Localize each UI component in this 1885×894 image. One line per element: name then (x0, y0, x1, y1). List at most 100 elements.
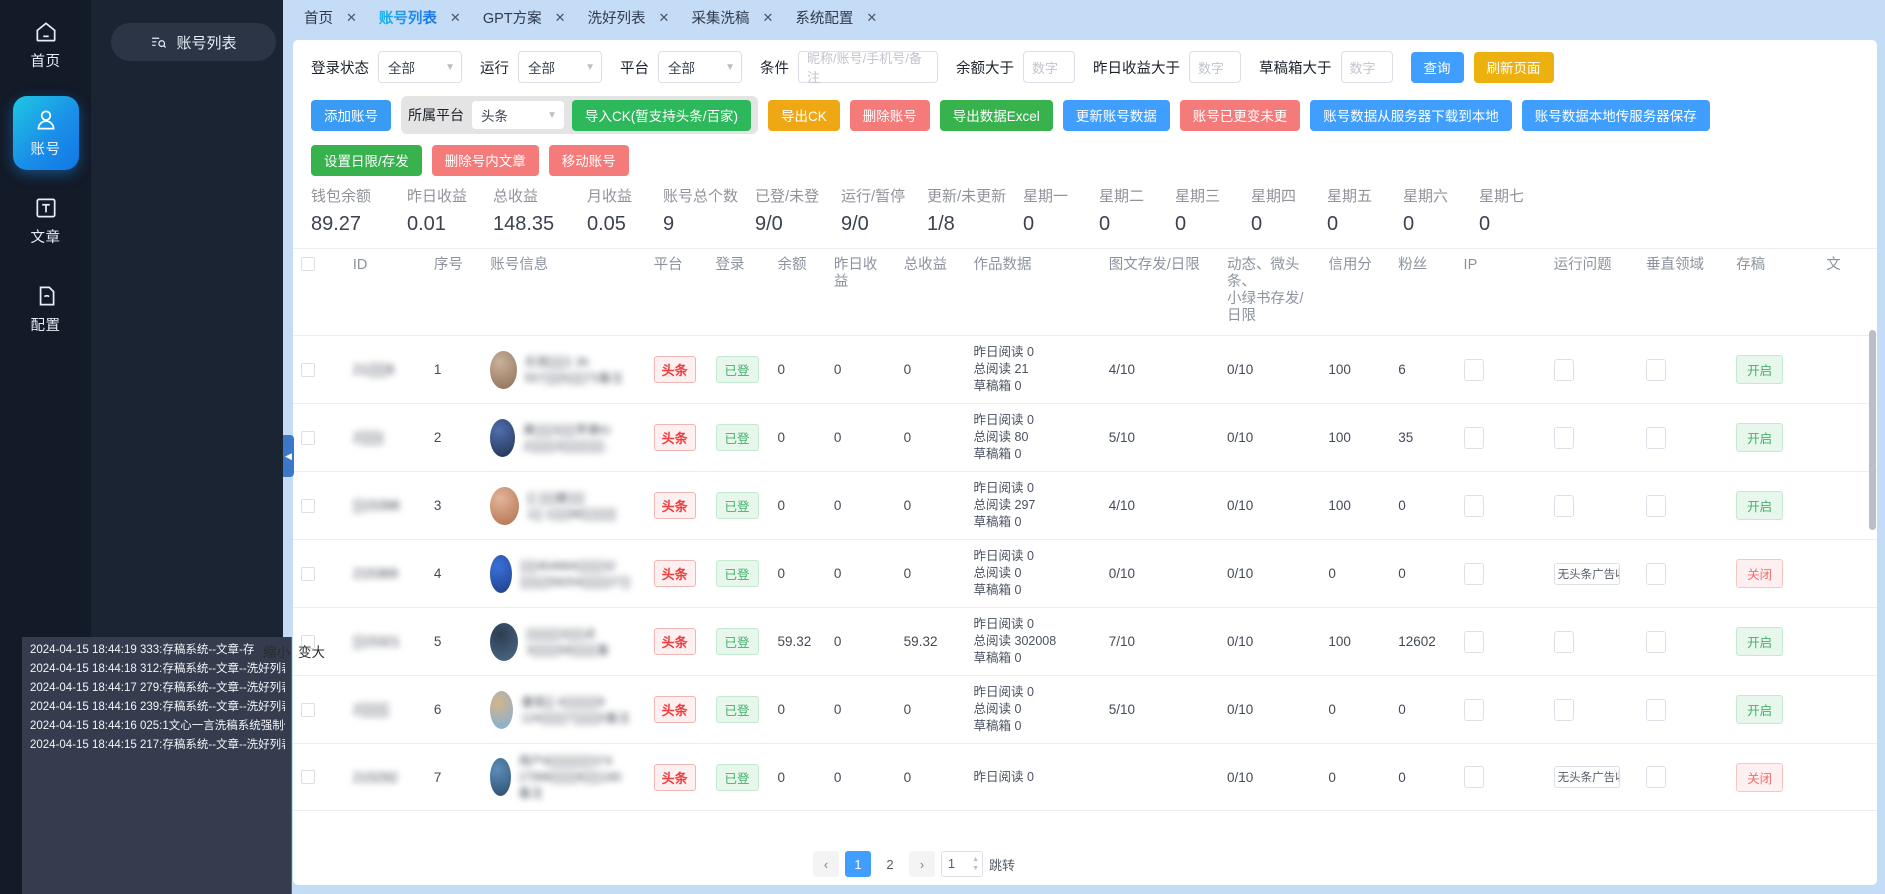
cell-ip[interactable] (1456, 540, 1546, 608)
cell-draft[interactable]: 开启 (1728, 676, 1818, 744)
jump-page-input[interactable]: 1 ▲▼ (941, 851, 983, 877)
cell-ip[interactable] (1456, 676, 1546, 744)
sidebar-item-config[interactable]: 配置 (13, 272, 79, 346)
row-checkbox[interactable] (301, 431, 315, 445)
ip-field[interactable] (1464, 563, 1484, 585)
cell-vertical[interactable] (1638, 336, 1728, 404)
ip-field[interactable] (1464, 495, 1484, 517)
close-icon[interactable]: ✕ (346, 11, 366, 24)
tab-account-list[interactable]: 账号列表 ✕ (366, 0, 470, 34)
refresh-page-button[interactable]: 刷新页面 (1474, 52, 1554, 83)
download-from-server-button[interactable]: 账号数据从服务器下载到本地 (1310, 100, 1512, 131)
import-ck-button[interactable]: 导入CK(暂支持头条/百家) (572, 100, 751, 131)
tab-label[interactable]: 采集洗稿 (678, 7, 762, 28)
cell-draft[interactable]: 开启 (1728, 336, 1818, 404)
cell-draft[interactable]: 开启 (1728, 608, 1818, 676)
sidebar-item-article[interactable]: 文章 (13, 184, 79, 258)
vertical-field[interactable] (1646, 495, 1666, 517)
table-row[interactable]: 2152927用户9▒▒▒▒▒37427998▒▒▒6▒▒180备注头条已登00… (293, 744, 1877, 811)
update-account-data-button[interactable]: 更新账号数据 (1063, 100, 1170, 131)
prev-page-button[interactable]: ‹ (813, 851, 839, 877)
cell-vertical[interactable] (1638, 540, 1728, 608)
vertical-scrollbar[interactable] (1869, 330, 1876, 530)
export-ck-button[interactable]: 导出CK (768, 100, 840, 131)
row-checkbox-cell[interactable] (293, 404, 345, 472)
row-checkbox-cell[interactable] (293, 540, 345, 608)
tab-home[interactable]: 首页 ✕ (291, 0, 366, 34)
cell-draft[interactable]: 关闭 (1728, 540, 1818, 608)
row-checkbox[interactable] (301, 363, 315, 377)
run-issue-field[interactable] (1554, 631, 1574, 653)
table-row[interactable]: 2153694▒▒454664▒▒▒32▒▒(▒59254▒▒▒27▒头条已登0… (293, 540, 1877, 608)
delete-articles-button[interactable]: 删除号内文章 (432, 145, 539, 176)
ip-field[interactable] (1464, 699, 1484, 721)
run-issue-field[interactable]: 无头条广告收 (1554, 563, 1620, 585)
cell-run-issue[interactable] (1546, 676, 1638, 744)
page-number-1[interactable]: 1 (845, 851, 871, 877)
stepper-icon[interactable]: ▲▼ (972, 855, 979, 873)
run-issue-field[interactable] (1554, 359, 1574, 381)
cell-run-issue[interactable] (1546, 608, 1638, 676)
tab-gpt-plan[interactable]: GPT方案 ✕ (470, 0, 575, 34)
draft-status-tag[interactable]: 开启 (1736, 355, 1783, 384)
row-checkbox[interactable] (301, 567, 315, 581)
tab-washed-list[interactable]: 洗好列表 ✕ (575, 0, 679, 34)
changed-not-updated-button[interactable]: 账号已更变未更 (1180, 100, 1301, 131)
platform-select[interactable]: 全部 ▼ (658, 51, 742, 83)
move-account-button[interactable]: 移动账号 (549, 145, 629, 176)
run-issue-field[interactable] (1554, 427, 1574, 449)
vertical-field[interactable] (1646, 766, 1666, 788)
cell-run-issue[interactable] (1546, 336, 1638, 404)
row-checkbox-cell[interactable] (293, 336, 345, 404)
table-row[interactable]: 21▒▒61乐观▒▒1 3h557▒▒5▒▒73备注头条已登000昨日阅读 0总… (293, 336, 1877, 404)
cell-draft[interactable]: 开启 (1728, 472, 1818, 540)
export-excel-button[interactable]: 导出数据Excel (940, 100, 1053, 131)
cell-run-issue[interactable]: 无头条广告收 (1546, 744, 1638, 811)
add-account-button[interactable]: 添加账号 (311, 100, 391, 131)
ip-field[interactable] (1464, 427, 1484, 449)
row-checkbox-cell[interactable] (293, 676, 345, 744)
close-icon[interactable]: ✕ (762, 11, 782, 24)
draft-status-tag[interactable]: 开启 (1736, 423, 1783, 452)
run-select[interactable]: 全部 ▼ (518, 51, 602, 83)
row-checkbox[interactable] (301, 703, 315, 717)
tab-label[interactable]: 洗好列表 (575, 7, 659, 28)
cell-vertical[interactable] (1638, 608, 1728, 676)
page-number-2[interactable]: 2 (877, 851, 903, 877)
ip-field[interactable] (1464, 766, 1484, 788)
tab-system-config[interactable]: 系统配置 ✕ (782, 0, 886, 34)
table-row[interactable]: ▒153215▒▒▒▒3▒▒点3▒▒▒59▒▒▒备头条已登59.32059.32… (293, 608, 1877, 676)
cell-draft[interactable]: 开启 (1728, 404, 1818, 472)
log-zoom-in-button[interactable]: 变大 (298, 641, 325, 661)
sidebar-item-home[interactable]: 首页 (13, 8, 79, 82)
cell-run-issue[interactable]: 无头条广告收 (1546, 540, 1638, 608)
log-zoom-out-button[interactable]: 缩小 (263, 641, 290, 661)
tab-collect-rewrite[interactable]: 采集洗稿 ✕ (678, 0, 782, 34)
cell-vertical[interactable] (1638, 676, 1728, 744)
log-console[interactable]: 2024-04-15 18:44:19 333:存稿系统--文章-存 2024-… (22, 637, 292, 894)
cell-run-issue[interactable] (1546, 472, 1638, 540)
close-icon[interactable]: ✕ (450, 11, 470, 24)
draft-status-tag[interactable]: 关闭 (1736, 763, 1783, 792)
tab-label[interactable]: 首页 (291, 7, 346, 28)
search-button[interactable]: 查询 (1411, 52, 1464, 83)
ip-field[interactable] (1464, 359, 1484, 381)
yesterday-income-input[interactable]: 数字 (1189, 51, 1241, 83)
ip-field[interactable] (1464, 631, 1484, 653)
run-issue-field[interactable] (1554, 699, 1574, 721)
cell-draft[interactable]: 关闭 (1728, 744, 1818, 811)
balance-input[interactable]: 数字 (1023, 51, 1075, 83)
row-checkbox[interactable] (301, 499, 315, 513)
condition-input[interactable]: 昵称/账号/手机号/备注 (798, 51, 938, 83)
table-row[interactable]: 2▒▒▒6番茄▒ 4▒▒▒▒9124▒▒▒7▒▒▒0备注头条已登000昨日阅读 … (293, 676, 1877, 744)
cell-vertical[interactable] (1638, 404, 1728, 472)
next-page-button[interactable]: › (909, 851, 935, 877)
cell-ip[interactable] (1456, 744, 1546, 811)
platform-group-select[interactable]: 头条 ▼ (472, 101, 564, 129)
cell-ip[interactable] (1456, 608, 1546, 676)
upload-to-server-button[interactable]: 账号数据本地传服务器保存 (1522, 100, 1710, 131)
account-list-nav-button[interactable]: 账号列表 (111, 23, 276, 61)
run-issue-field[interactable]: 无头条广告收 (1554, 766, 1620, 788)
tab-label[interactable]: GPT方案 (470, 7, 555, 28)
cell-vertical[interactable] (1638, 472, 1728, 540)
